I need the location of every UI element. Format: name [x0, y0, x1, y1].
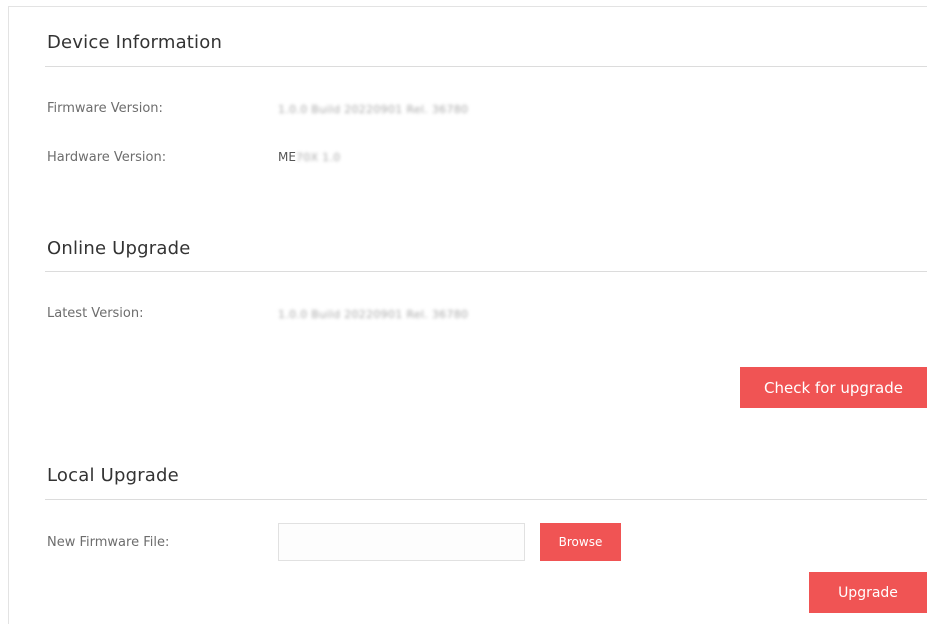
hardware-version-value: ME70X 1.0: [278, 150, 341, 164]
device-information-title: Device Information: [47, 32, 223, 53]
section-divider: [45, 66, 927, 67]
firmware-version-value: 1.0.0 Build 20220901 Rel. 36780: [278, 103, 469, 116]
latest-version-value: 1.0.0 Build 20220901 Rel. 36780: [278, 308, 469, 321]
firmware-version-label: Firmware Version:: [47, 101, 163, 116]
hardware-version-label: Hardware Version:: [47, 150, 167, 165]
upgrade-button[interactable]: Upgrade: [809, 572, 927, 613]
new-firmware-file-label: New Firmware File:: [47, 535, 170, 550]
hardware-version-rest: 70X 1.0: [295, 151, 341, 164]
section-divider: [45, 499, 927, 500]
section-divider: [45, 271, 927, 272]
firmware-file-input[interactable]: [278, 523, 525, 561]
hardware-version-prefix: ME: [278, 150, 296, 164]
latest-version-label: Latest Version:: [47, 306, 144, 321]
online-upgrade-title: Online Upgrade: [47, 238, 191, 259]
check-for-upgrade-button[interactable]: Check for upgrade: [740, 367, 927, 408]
local-upgrade-title: Local Upgrade: [47, 465, 179, 486]
browse-button[interactable]: Browse: [540, 523, 621, 561]
